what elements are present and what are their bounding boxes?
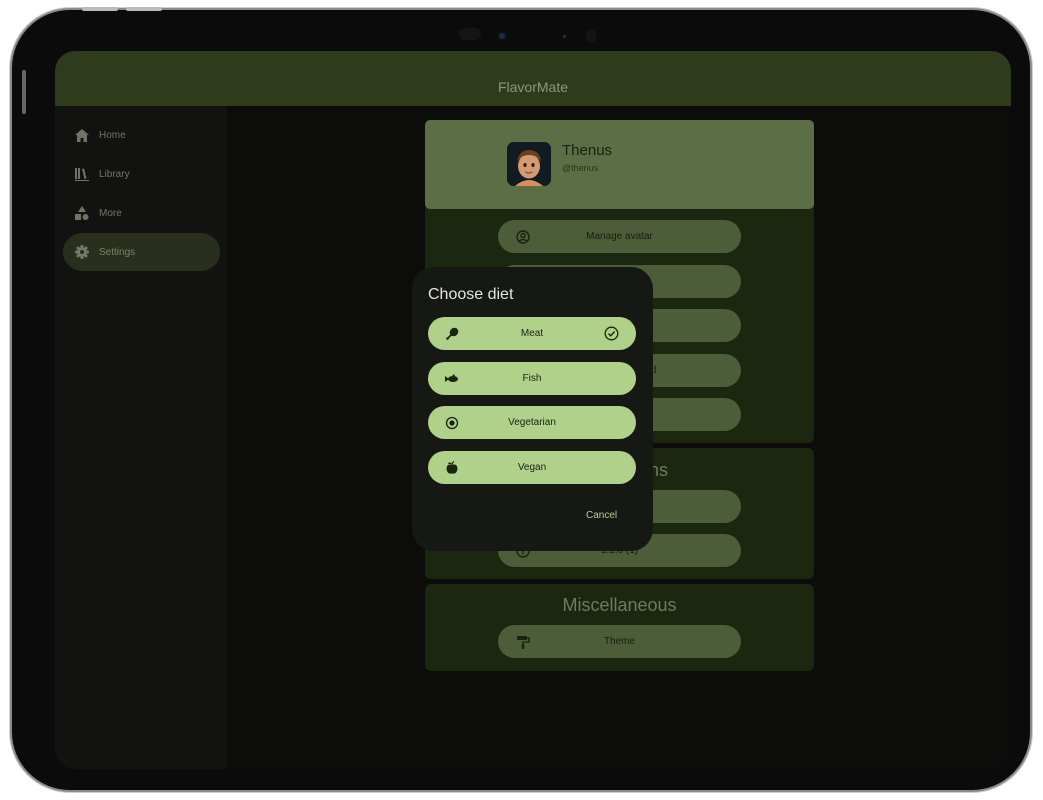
cancel-button[interactable]: Cancel [586, 510, 617, 521]
sensor-pill [586, 29, 596, 43]
nav-label-library: Library [99, 168, 130, 180]
nav-item-more[interactable]: More [63, 194, 220, 232]
profile-card: Thenus @thenus [425, 120, 814, 209]
account-circle-icon [516, 229, 530, 244]
diet-option-label: Vegetarian [508, 417, 556, 428]
diet-option-label: Vegan [517, 462, 547, 473]
diet-option-label: Fish [522, 373, 542, 384]
diet-option-fish[interactable]: Fish [428, 362, 636, 395]
camera [499, 33, 505, 39]
diet-option-vegan[interactable]: Vegan [428, 451, 636, 484]
home-icon [75, 128, 89, 142]
app-screen: FlavorMate Home Library More Settings Ma… [55, 51, 1011, 769]
manage-avatar-label: Manage avatar [586, 231, 653, 242]
shapes-icon [75, 206, 89, 220]
tablet-frame: FlavorMate Home Library More Settings Ma… [12, 7, 1030, 790]
miscellaneous-title: Miscellaneous [562, 595, 677, 615]
check-circle-icon [604, 326, 619, 341]
diet-option-meat[interactable]: Meat [428, 317, 636, 350]
egg-icon [445, 416, 459, 430]
top-app-bar: FlavorMate [55, 51, 1011, 106]
fish-icon [445, 372, 459, 386]
nav-label-home: Home [99, 129, 126, 141]
choose-diet-dialog: Choose diet Meat Fish Vegetarian Vegan C… [412, 267, 653, 551]
nav-label-more: More [99, 207, 122, 219]
profile-name: Thenus [562, 142, 613, 159]
nav-item-home[interactable]: Home [63, 116, 220, 154]
manage-avatar-button[interactable]: Manage avatar [498, 220, 741, 253]
navigation-drawer: Home Library More Settings [55, 106, 227, 769]
library-icon [75, 167, 89, 181]
paint-roller-icon [516, 635, 530, 649]
diet-option-vegetarian[interactable]: Vegetarian [428, 406, 636, 439]
nav-label-settings: Settings [99, 246, 136, 258]
side-button [22, 70, 26, 114]
miscellaneous-card: Miscellaneous Theme [425, 584, 814, 671]
nav-item-settings[interactable]: Settings [63, 233, 220, 271]
app-title: FlavorMate [497, 79, 569, 95]
theme-label: Theme [603, 636, 636, 647]
avatar [507, 142, 551, 186]
profile-handle: @thenus [562, 163, 599, 173]
theme-button[interactable]: Theme [498, 625, 741, 658]
drumstick-icon [445, 327, 459, 341]
sensor [459, 28, 481, 40]
dialog-title: Choose diet [428, 286, 514, 303]
apple-icon [445, 460, 459, 475]
nav-item-library[interactable]: Library [63, 155, 220, 193]
sensor-dot [563, 35, 566, 38]
gear-icon [75, 245, 89, 259]
